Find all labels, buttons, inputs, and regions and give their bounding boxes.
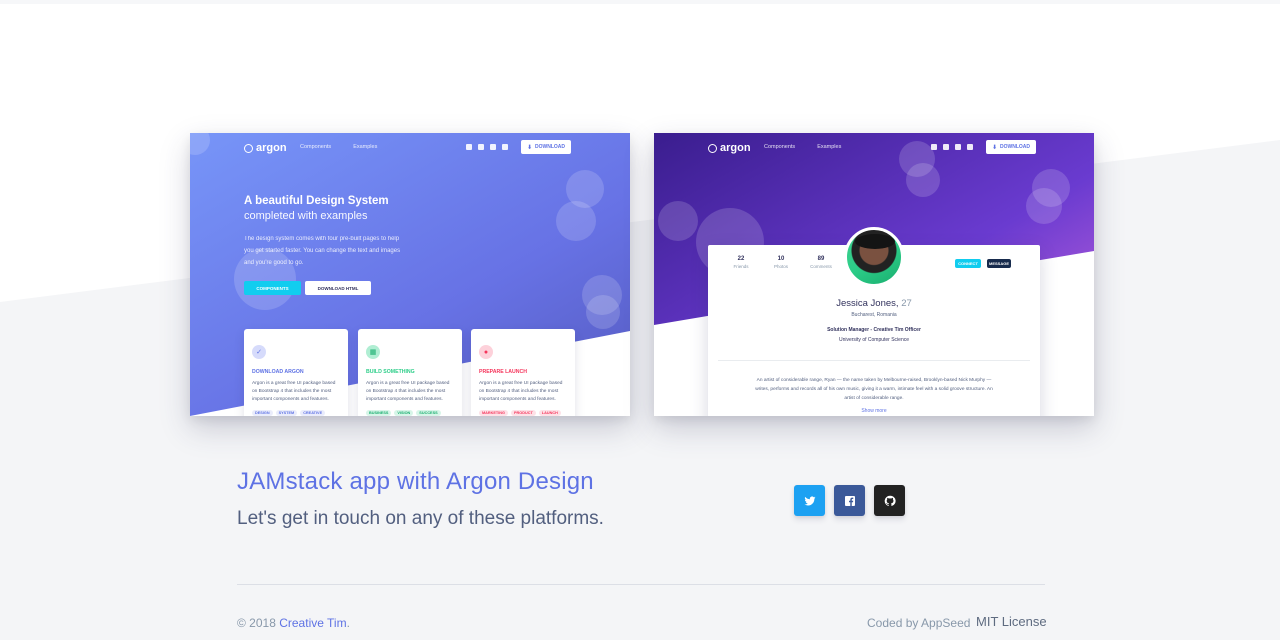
tag: BUSINESS	[366, 410, 392, 416]
tag: MARKETING	[479, 410, 508, 416]
building-icon: ▦	[366, 345, 380, 359]
license-link[interactable]: MIT License	[976, 614, 1047, 629]
tag: CREATIVE	[300, 410, 326, 416]
creative-tim-link[interactable]: Creative Tim	[279, 616, 346, 630]
twitter-button[interactable]	[794, 485, 825, 516]
github-icon[interactable]	[502, 144, 508, 150]
stat-friends: 22 Friends	[728, 256, 754, 269]
copyright-period: .	[346, 616, 350, 630]
hero-title: A beautiful Design System	[244, 195, 389, 207]
age-text: 27	[901, 298, 912, 309]
divider	[718, 360, 1030, 361]
nav-link-examples[interactable]: Examples	[353, 144, 377, 150]
coded-by-link[interactable]: Coded by AppSeed	[867, 616, 970, 630]
feature-card[interactable]: ✓ DOWNLOAD ARGON Argon is a great free U…	[244, 329, 348, 416]
facebook-icon[interactable]	[931, 144, 937, 150]
page-title: JAMstack app with Argon Design	[237, 468, 594, 495]
profile-preview-card[interactable]: argon Components Examples ⬇ DOWNLOAD 22 F…	[654, 133, 1094, 416]
instagram-icon[interactable]	[943, 144, 949, 150]
preview-navbar: argon Components Examples ⬇ DOWNLOAD	[190, 140, 630, 160]
download-button[interactable]: ⬇ DOWNLOAD	[986, 140, 1036, 154]
profile-university: University of Computer Science	[838, 337, 910, 343]
hero-subtitle: completed with examples	[244, 210, 368, 222]
github-icon	[884, 495, 896, 506]
connect-label: CONNECT	[958, 261, 978, 266]
feature-card[interactable]: ▦ BUILD SOMETHING Argon is a great free …	[358, 329, 462, 416]
stat-value: 10	[777, 256, 785, 262]
facebook-button[interactable]	[834, 485, 865, 516]
feature-text: Argon is a great free UI package based o…	[366, 381, 450, 402]
nav-link-components[interactable]: Components	[764, 144, 795, 150]
components-button[interactable]: COMPONENTS	[244, 281, 301, 295]
twitter-icon[interactable]	[955, 144, 961, 150]
hero-description: The design system comes with four pre-bu…	[244, 236, 401, 266]
profile-location: Bucharest, Romania	[851, 312, 897, 318]
tag: PRODUCT	[511, 410, 536, 416]
facebook-icon[interactable]	[466, 144, 472, 150]
github-icon[interactable]	[967, 144, 973, 150]
tag: DESIGN	[252, 410, 273, 416]
stat-label: Photos	[773, 264, 788, 269]
argon-logo-icon	[708, 143, 717, 153]
download-html-button[interactable]: DOWNLOAD HTML	[305, 281, 371, 295]
tag: LAUNCH	[538, 410, 561, 416]
footer-divider	[237, 584, 1045, 585]
github-button[interactable]	[874, 485, 905, 516]
download-label: DOWNLOAD	[535, 144, 566, 150]
feature-title: BUILD SOMETHING	[366, 369, 415, 375]
stat-photos: 10 Photos	[768, 256, 794, 269]
twitter-icon[interactable]	[490, 144, 496, 150]
tag: SUCCESS	[416, 410, 441, 416]
stat-label: Comments	[810, 264, 832, 269]
feature-card[interactable]: ● PREPARE LAUNCH Argon is a great free U…	[471, 329, 575, 416]
download-icon: ⬇	[991, 144, 998, 151]
profile-job: Solution Manager - Creative Tim Officer	[827, 327, 921, 333]
planet-icon: ●	[479, 345, 493, 359]
brand-logo[interactable]: argon	[244, 142, 287, 154]
nav-link-examples[interactable]: Examples	[817, 144, 841, 150]
message-label: MESSAGE	[988, 261, 1009, 266]
stat-label: Friends	[733, 264, 749, 269]
brand-name: argon	[256, 142, 287, 154]
page-subtitle: Let's get in touch on any of these platf…	[237, 508, 604, 529]
stat-value: 22	[737, 256, 745, 262]
facebook-icon	[844, 495, 855, 506]
show-more-link[interactable]: Show more	[708, 408, 1040, 414]
tag: VISION	[394, 410, 414, 416]
preview-navbar: argon Components Examples ⬇ DOWNLOAD	[654, 140, 1094, 160]
name-text: Jessica Jones,	[836, 298, 899, 309]
argon-logo-icon	[244, 143, 253, 153]
feature-text: Argon is a great free UI package based o…	[252, 381, 336, 402]
feature-text: Argon is a great free UI package based o…	[479, 381, 563, 402]
copyright-year: © 2018	[237, 616, 276, 630]
landing-preview-card[interactable]: argon Components Examples ⬇ DOWNLOAD A be…	[190, 133, 630, 416]
tag: SYSTEM	[275, 410, 298, 416]
feature-title: DOWNLOAD ARGON	[252, 369, 304, 375]
profile-bio: An artist of considerable range, Ryan — …	[755, 378, 993, 401]
stat-comments: 89 Comments	[808, 256, 834, 269]
connect-button[interactable]: CONNECT	[955, 259, 981, 268]
top-border	[0, 0, 1280, 4]
message-button[interactable]: MESSAGE	[987, 259, 1011, 268]
brand-logo[interactable]: argon	[708, 142, 751, 154]
download-html-label: DOWNLOAD HTML	[317, 285, 359, 291]
nav-link-components[interactable]: Components	[300, 144, 331, 150]
stat-value: 89	[817, 256, 825, 262]
download-button[interactable]: ⬇ DOWNLOAD	[521, 140, 571, 154]
profile-card: 22 Friends 10 Photos 89 Comments CONNECT…	[708, 227, 1040, 416]
download-label: DOWNLOAD	[1000, 144, 1031, 150]
check-icon: ✓	[252, 345, 266, 359]
twitter-icon	[804, 495, 815, 505]
feature-title: PREPARE LAUNCH	[479, 369, 528, 375]
brand-name: argon	[720, 142, 751, 154]
avatar	[844, 227, 904, 287]
profile-name: Jessica Jones, 27	[708, 298, 1040, 309]
copyright: © 2018 Creative Tim.	[237, 616, 350, 630]
components-label: COMPONENTS	[256, 285, 289, 291]
download-icon: ⬇	[526, 144, 533, 151]
instagram-icon[interactable]	[478, 144, 484, 150]
